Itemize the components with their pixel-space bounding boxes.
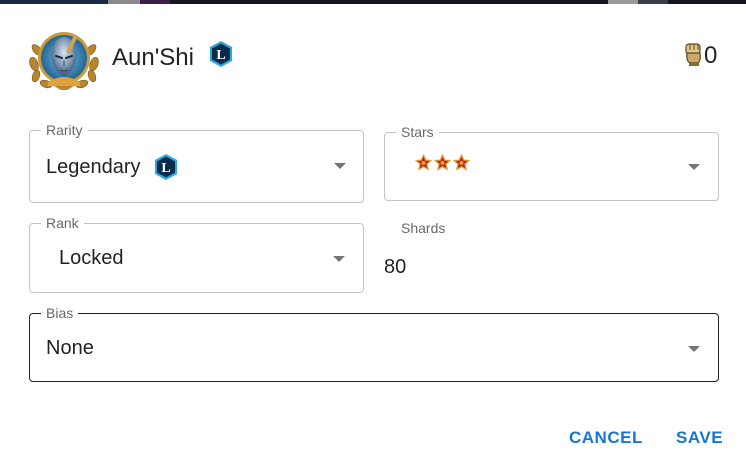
stars-label: Stars	[396, 124, 439, 140]
svg-text:L: L	[216, 48, 225, 63]
star-icon	[434, 154, 451, 171]
shards-value[interactable]: 80	[384, 255, 406, 279]
rank-select[interactable]: Rank Locked	[29, 215, 364, 293]
fist-icon	[683, 41, 705, 67]
bias-label: Bias	[41, 305, 79, 321]
legendary-badge-icon: L	[208, 40, 234, 68]
chevron-down-icon	[333, 256, 345, 262]
rarity-value: Legendary	[46, 156, 141, 178]
star-icon	[453, 154, 470, 171]
cancel-button[interactable]: CANCEL	[569, 426, 643, 450]
shards-label: Shards	[401, 220, 446, 236]
svg-text:L: L	[161, 161, 170, 176]
rarity-label: Rarity	[41, 122, 88, 138]
chevron-down-icon	[688, 164, 700, 170]
character-name: Aun'Shi	[112, 44, 194, 71]
rank-value: Locked	[59, 247, 124, 269]
rank-label: Rank	[41, 215, 84, 231]
rarity-select[interactable]: Rarity Legendary L	[29, 122, 364, 203]
character-avatar	[28, 26, 100, 92]
save-button[interactable]: SAVE	[676, 426, 723, 450]
edit-character-dialog: Aun'Shi L 0 Rarity Legendary L Stars Ran…	[0, 4, 746, 470]
bias-select[interactable]: Bias None	[29, 305, 719, 382]
legendary-badge-icon: L	[153, 153, 179, 181]
bias-value: None	[46, 337, 94, 359]
shard-count: 0	[704, 42, 718, 69]
chevron-down-icon	[688, 346, 700, 352]
chevron-down-icon	[334, 163, 346, 169]
star-icon	[415, 154, 432, 171]
stars-select[interactable]: Stars	[384, 124, 719, 201]
